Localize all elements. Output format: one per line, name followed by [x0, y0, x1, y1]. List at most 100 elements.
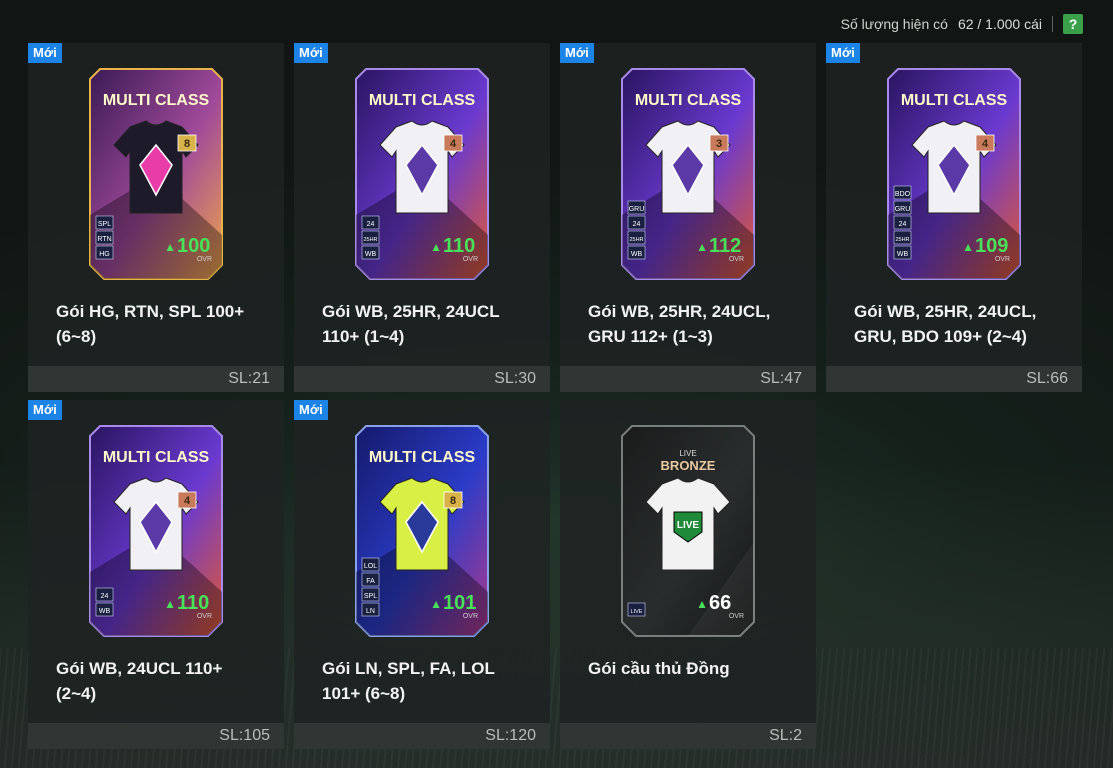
svg-text:24: 24 [633, 221, 641, 228]
card-rank: 4 [184, 495, 191, 507]
card-ovr: 112 [709, 235, 741, 257]
svg-text:WB: WB [365, 251, 377, 258]
pack-title: Gói LN, SPL, FA, LOL 101+ (6~8) [322, 659, 495, 703]
card-rank: 4 [982, 138, 989, 150]
pack-title: Gói WB, 24UCL 110+ (2~4) [56, 659, 223, 703]
pack-quantity: SL:66 [826, 366, 1082, 392]
card-header: MULTI CLASS [103, 92, 210, 109]
svg-text:GRU: GRU [895, 206, 911, 213]
pack-card[interactable]: Mới MULTI CLASS 4 24 WB ▲ 110 OVR Gói WB, 24UCL … [28, 400, 284, 749]
card-tag: LN [361, 602, 380, 617]
card-tag: WB [893, 245, 912, 260]
svg-text:SPL: SPL [364, 593, 377, 600]
pack-quantity: SL:2 [560, 723, 816, 749]
new-badge: Mới [826, 43, 860, 63]
card-ovr-label: OVR [463, 256, 478, 263]
svg-text:24: 24 [899, 221, 907, 228]
svg-text:LN: LN [366, 608, 375, 615]
new-badge: Mới [294, 43, 328, 63]
card-rank: 4 [450, 138, 457, 150]
pack-title: Gói cầu thủ Đồng [588, 659, 730, 678]
card-rank: 8 [450, 495, 456, 507]
ovr-up-icon: ▲ [164, 597, 176, 611]
new-badge: Mới [28, 400, 62, 420]
pack-card[interactable]: Mới MULTI CLASS 4 BDO GRU 24 25HR WB ▲ 109 OVR Gói … [826, 43, 1082, 392]
pack-card-art: MULTI CLASS 4 24 25HR WB ▲ 110OVR [355, 68, 489, 280]
inventory-label: Số lượng hiện có [840, 16, 948, 32]
card-rank: 8 [184, 138, 190, 150]
pack-card[interactable]: Mới MULTI CLASS 8 LOL FA SPL LN ▲ 101 OVR Gói LN, … [294, 400, 550, 749]
card-header: MULTI CLASS [635, 92, 742, 109]
pack-title: Gói WB, 25HR, 24UCL 110+ (1~4) [322, 302, 500, 346]
card-subheader: LIVE [679, 449, 696, 458]
svg-text:WB: WB [631, 251, 643, 258]
card-tag: SPL [95, 215, 114, 230]
jersey-label: LIVE [677, 520, 700, 531]
help-button[interactable]: ? [1063, 14, 1083, 34]
inventory-counter: Số lượng hiện có 62 / 1.000 cái ? [841, 12, 1083, 36]
ovr-up-icon: ▲ [696, 240, 708, 254]
svg-text:RTN: RTN [97, 236, 111, 243]
svg-text:SPL: SPL [98, 221, 111, 228]
ovr-up-icon: ▲ [696, 597, 708, 611]
pack-card[interactable]: Mới MULTI CLASS 4 24 25HR WB ▲ 110 OVR Gói WB, 25… [294, 43, 550, 392]
pack-quantity: SL:47 [560, 366, 816, 392]
card-tag: BDO [893, 185, 912, 200]
card-header: MULTI CLASS [103, 449, 210, 466]
svg-text:25HR: 25HR [363, 237, 377, 243]
card-ovr-label: OVR [463, 613, 478, 620]
card-tag: 25HR [361, 230, 380, 245]
card-ovr-label: OVR [197, 256, 212, 263]
card-ovr: 100 [177, 235, 210, 257]
svg-text:HG: HG [99, 251, 110, 258]
card-tag: GRU [627, 200, 646, 215]
svg-text:FA: FA [366, 578, 375, 585]
card-ovr-label: OVR [729, 613, 744, 620]
pack-quantity: SL:105 [28, 723, 284, 749]
card-header: BRONZE [661, 458, 716, 473]
pack-card-art: LIVEBRONZELIVELIVE▲ 66OVR [621, 425, 755, 637]
card-tag: GRU [893, 200, 912, 215]
pack-card[interactable]: Mới MULTI CLASS 8 SPL RTN HG ▲ 100 OVR Gói HG, RT… [28, 43, 284, 392]
card-tag: WB [95, 602, 114, 617]
card-tag: 24 [95, 587, 114, 602]
svg-text:24: 24 [101, 593, 109, 600]
card-tag: WB [627, 245, 646, 260]
new-badge: Mới [294, 400, 328, 420]
card-ovr: 66 [709, 592, 731, 614]
pack-quantity: SL:120 [294, 723, 550, 749]
card-tag: RTN [95, 230, 114, 245]
card-tag: 25HR [627, 230, 646, 245]
card-ovr: 110 [443, 235, 475, 257]
svg-text:WB: WB [897, 251, 909, 258]
ovr-up-icon: ▲ [962, 240, 974, 254]
pack-quantity: SL:30 [294, 366, 550, 392]
pack-card-art: MULTI CLASS 8 LOL FA SPL LN ▲ 101OVR [355, 425, 489, 637]
card-header: MULTI CLASS [901, 92, 1008, 109]
pack-card[interactable]: LIVE BRONZE LIVE LIVE ▲ 66 OVR Gói cầu thủ Đồng… [560, 400, 816, 749]
pack-quantity: SL:21 [28, 366, 284, 392]
ovr-up-icon: ▲ [430, 240, 442, 254]
card-ovr: 110 [177, 592, 209, 614]
pack-title: Gói WB, 25HR, 24UCL, GRU, BDO 109+ (2~4) [854, 302, 1037, 346]
pack-title: Gói WB, 25HR, 24UCL, GRU 112+ (1~3) [588, 302, 771, 346]
card-ovr-label: OVR [995, 256, 1010, 263]
card-tag: 25HR [893, 230, 912, 245]
ovr-up-icon: ▲ [430, 597, 442, 611]
card-ovr: 109 [975, 235, 1008, 257]
pack-card-art: MULTI CLASS 8 SPL RTN HG ▲ 100OVR [89, 68, 223, 280]
ovr-up-icon: ▲ [164, 240, 176, 254]
pack-card[interactable]: Mới MULTI CLASS 3 GRU 24 25HR WB ▲ 112 OVR Gói WB,… [560, 43, 816, 392]
svg-text:BDO: BDO [895, 191, 911, 198]
divider [1052, 16, 1053, 32]
card-tag: LIVE [627, 602, 646, 617]
card-ovr-label: OVR [729, 256, 744, 263]
card-ovr-label: OVR [197, 613, 212, 620]
inventory-count: 62 / 1.000 cái [957, 16, 1042, 32]
svg-text:WB: WB [99, 608, 111, 615]
card-tag: 24 [627, 215, 646, 230]
card-tag: WB [361, 245, 380, 260]
card-rank: 3 [716, 138, 722, 150]
card-tag: 24 [893, 215, 912, 230]
card-tag: FA [361, 572, 380, 587]
